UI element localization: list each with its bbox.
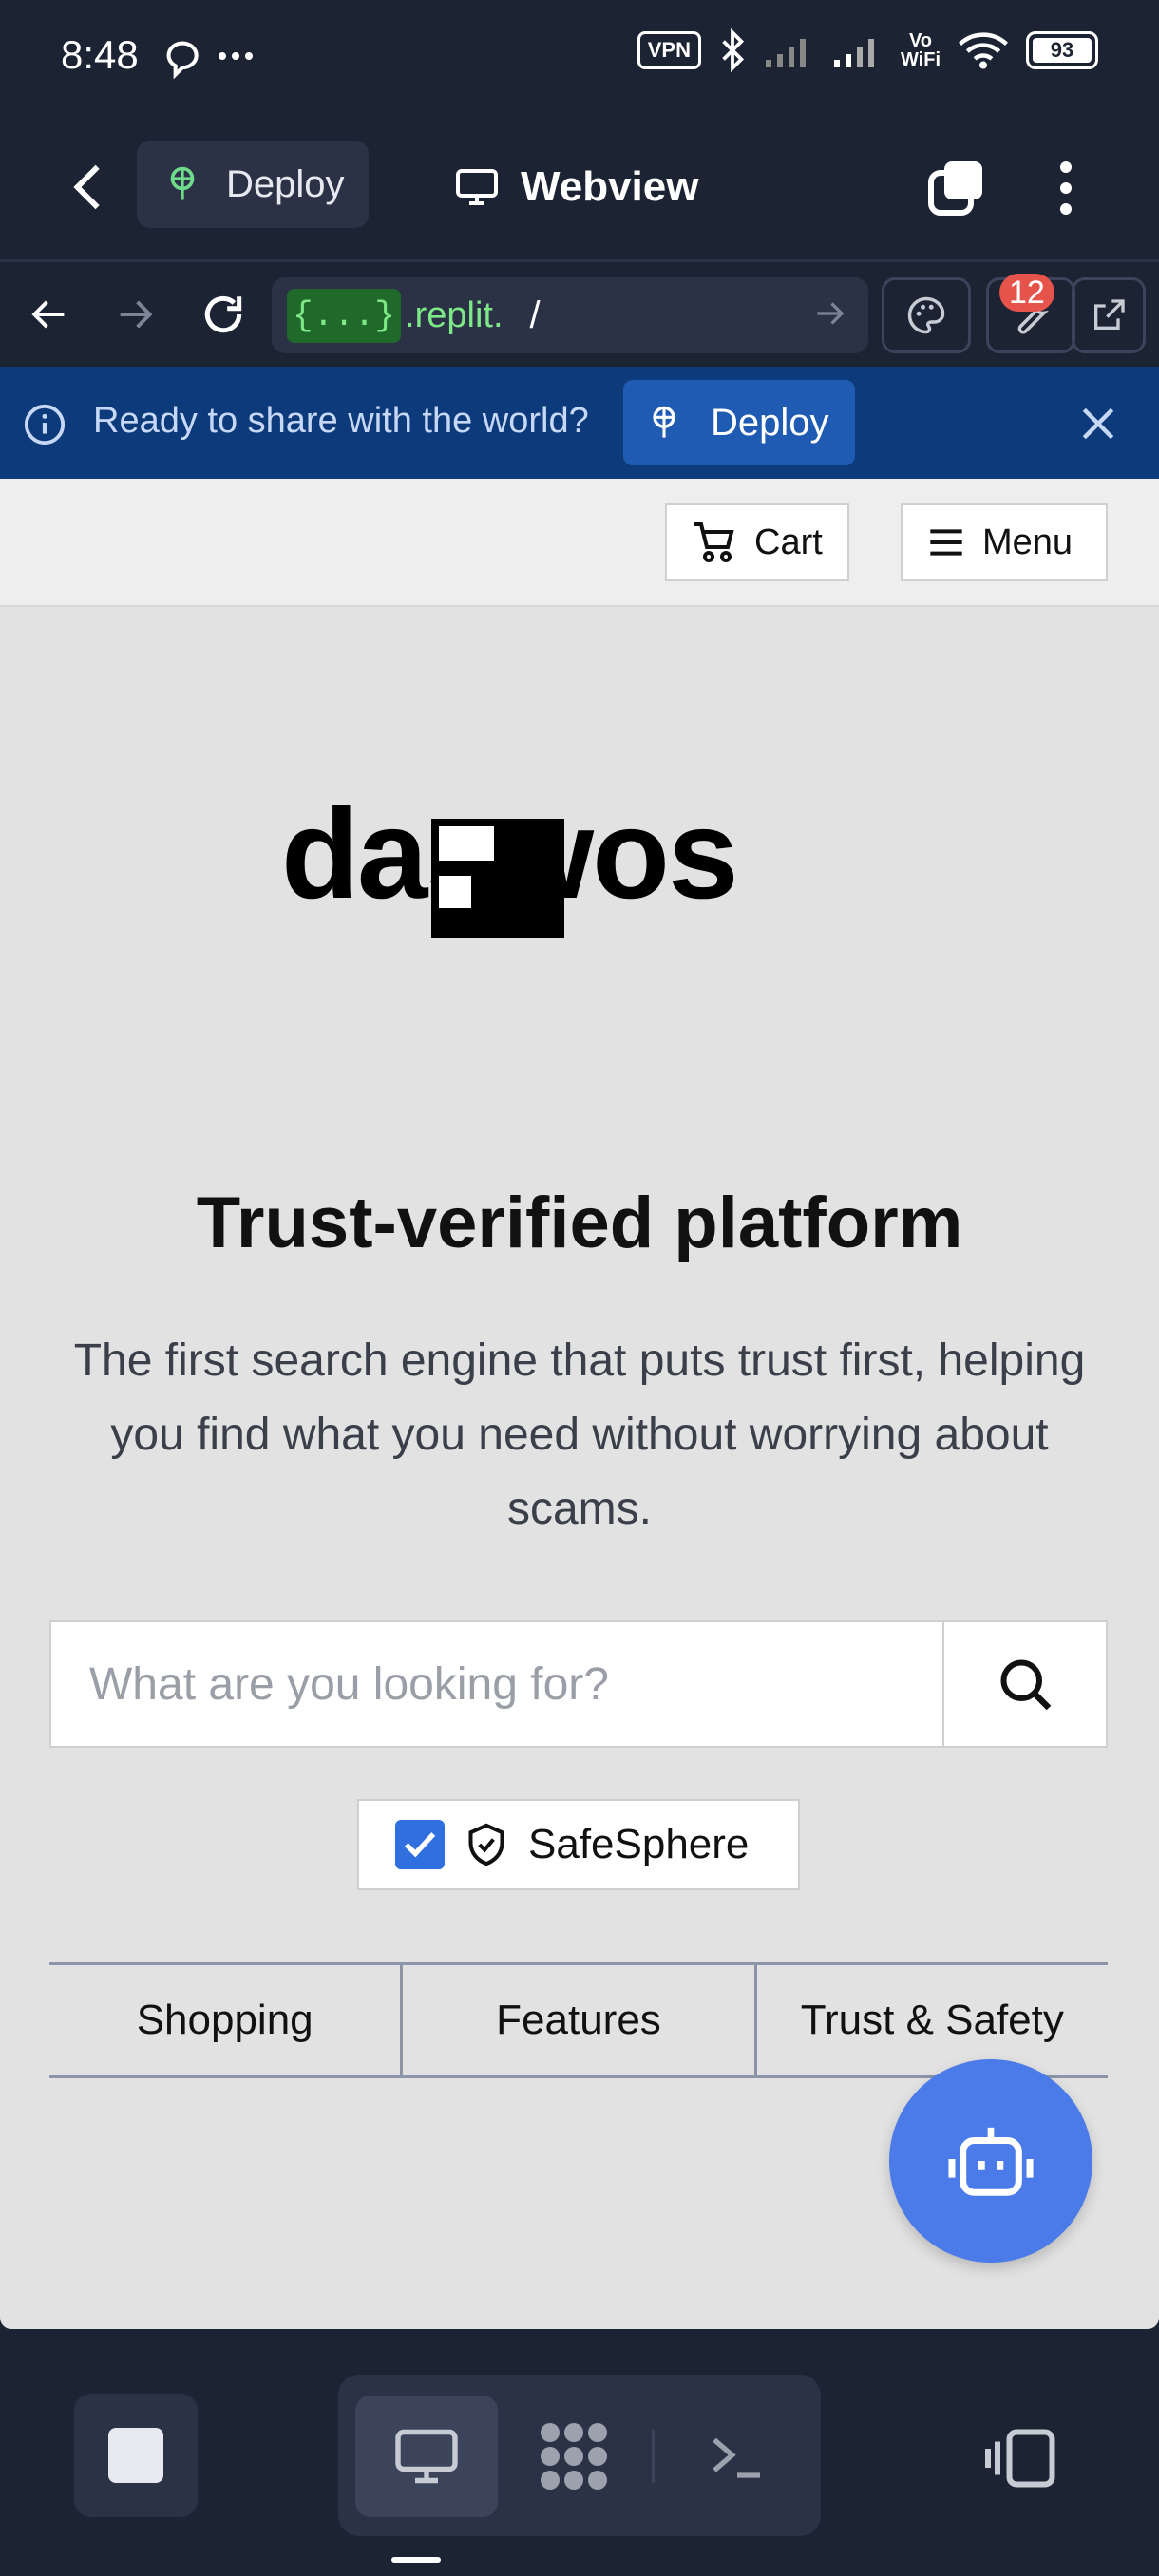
robot-icon: [948, 2127, 1034, 2196]
deploy-tab-label: Deploy: [226, 162, 345, 205]
safesphere-checkbox[interactable]: [395, 1820, 445, 1869]
back-button[interactable]: [57, 156, 120, 218]
signal-2-icon: [833, 39, 874, 67]
search-button[interactable]: [942, 1622, 1106, 1746]
hero-title: Trust-verified platform: [196, 1183, 963, 1263]
dock-tool-group: [338, 2375, 821, 2536]
deploy-tab[interactable]: Deploy: [137, 141, 369, 228]
deploy-icon: [653, 406, 675, 438]
dock-divider: [652, 2430, 655, 2483]
stop-button[interactable]: [74, 2394, 198, 2517]
safesphere-toggle[interactable]: SafeSphere: [357, 1799, 800, 1890]
safesphere-label: SafeSphere: [528, 1821, 750, 1867]
chevron-left-icon: [73, 164, 100, 210]
webview-dock-button[interactable]: [355, 2396, 498, 2517]
tab-shopping[interactable]: Shopping: [49, 1965, 400, 2075]
side-panel-icon: [985, 2429, 1055, 2488]
status-icons: VPN Vo WiFi 93: [636, 28, 1098, 72]
apps-button[interactable]: [517, 2396, 631, 2517]
terminal-icon: [712, 2437, 760, 2478]
webview-tab[interactable]: Webview: [454, 156, 698, 218]
search-icon: [1000, 1659, 1052, 1711]
deploy-banner: Ready to share with the world? Deploy: [0, 367, 1159, 479]
apps-grid-icon: [541, 2423, 607, 2490]
menu-button[interactable]: Menu: [901, 503, 1108, 581]
url-badge: {...}: [287, 288, 402, 343]
tab-features[interactable]: Features: [400, 1965, 753, 2075]
assistant-bot-button[interactable]: [889, 2059, 1092, 2263]
logo-mark: [431, 819, 564, 938]
shell-button[interactable]: [680, 2396, 794, 2517]
tabs-button[interactable]: [920, 152, 992, 224]
vowifi-indicator: Vo WiFi: [900, 30, 940, 70]
stop-icon: [108, 2428, 163, 2483]
signal-icon: [765, 39, 806, 67]
palette-icon: [907, 296, 945, 334]
more-options-button[interactable]: [1036, 152, 1096, 224]
banner-deploy-button[interactable]: Deploy: [623, 380, 855, 465]
vpn-badge: VPN: [636, 31, 701, 69]
browser-forward-button[interactable]: [103, 281, 169, 348]
url-field[interactable]: {...} .replit. /: [272, 277, 868, 353]
hamburger-icon: [930, 529, 962, 556]
go-arrow-icon[interactable]: [813, 294, 847, 332]
search-bar: [49, 1620, 1108, 1748]
home-indicator[interactable]: [391, 2557, 441, 2563]
external-link-icon: [1094, 299, 1125, 330]
battery-indicator: 93: [1026, 31, 1098, 69]
arrow-right-icon: [120, 300, 153, 329]
search-input[interactable]: [51, 1622, 942, 1746]
check-icon: [404, 1832, 436, 1858]
arrow-left-icon: [31, 300, 65, 329]
status-bar: 8:48 VPN Vo WiFi 93: [0, 0, 1159, 114]
webview-tab-label: Webview: [521, 163, 699, 210]
cart-button[interactable]: Cart: [665, 503, 849, 581]
cart-label: Cart: [754, 521, 823, 562]
status-time: 8:48: [61, 32, 139, 77]
chat-bubble-icon: [166, 41, 199, 80]
reload-icon: [204, 295, 242, 333]
notification-badge: 12: [999, 274, 1054, 312]
panel-toggle-button[interactable]: [978, 2420, 1064, 2496]
url-toolbar: {...} .replit. / 12: [0, 262, 1159, 367]
close-icon[interactable]: [1077, 403, 1119, 445]
open-external-button[interactable]: [1072, 277, 1146, 353]
bottom-dock: [0, 2329, 1159, 2576]
theme-button[interactable]: [882, 277, 971, 353]
shield-check-icon: [468, 1823, 504, 1866]
tab-trust-safety[interactable]: Trust & Safety: [753, 1965, 1108, 2075]
app-header: Deploy Webview: [0, 114, 1159, 262]
hero-subtitle: The first search engine that puts trust …: [73, 1335, 1086, 1534]
webview-content: Cart Menu daswos Trust-verified platform…: [0, 479, 1159, 2329]
url-host: .replit.: [405, 294, 504, 335]
wifi-icon: [959, 32, 1008, 69]
banner-text: Ready to share with the world?: [93, 401, 589, 441]
site-header: Cart Menu: [0, 479, 1159, 607]
info-icon: [24, 404, 66, 445]
url-path: /: [529, 294, 541, 336]
banner-deploy-label: Deploy: [711, 401, 829, 444]
tabs-icon: [928, 161, 982, 216]
deploy-icon: [170, 166, 195, 200]
reload-button[interactable]: [190, 281, 256, 348]
browser-back-button[interactable]: [15, 281, 82, 348]
menu-label: Menu: [982, 521, 1074, 562]
cart-icon: [694, 522, 734, 562]
category-tabs: Shopping Features Trust & Safety: [49, 1962, 1108, 2078]
kebab-menu-icon: [1060, 161, 1072, 215]
monitor-icon: [395, 2429, 458, 2484]
bluetooth-icon: [722, 28, 744, 72]
more-notifications-icon: [218, 52, 253, 60]
monitor-icon: [456, 169, 498, 205]
